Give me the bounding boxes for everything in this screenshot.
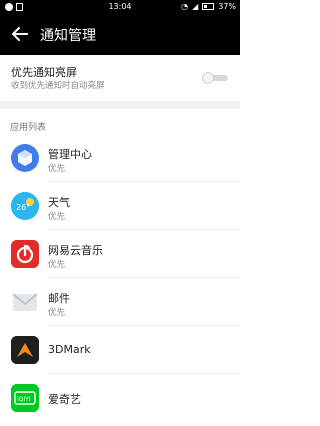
page-title: 通知管理 [40,28,96,44]
setting-subtitle: 收到优先通知时自动亮屏 [11,81,105,91]
list-item-iqiyi[interactable]: iQIYI 爱奇艺 [0,374,240,422]
list-item-weather[interactable]: 26° 天气 优先 [0,182,240,230]
app-name: 网易云音乐 [48,244,103,257]
app-priority: 优先 [48,260,66,270]
section-title: 应用列表 [10,123,47,133]
wifi-icon: ◔ [181,2,189,11]
iqiyi-icon-text: iQIYI [17,396,31,403]
list-item-3dmark[interactable]: 3DMark [0,326,240,374]
battery-percent: 37% [218,2,236,11]
weather-icon: 26° [11,192,39,220]
toolbar: 通知管理 [0,15,240,55]
app-name: 3DMark [48,343,91,356]
app-name: 管理中心 [48,148,92,161]
app-priority: 优先 [48,164,66,174]
priority-wake-toggle[interactable] [202,72,228,84]
section-separator [0,101,240,109]
app-priority: 优先 [48,308,66,318]
signal-icon: ◢ [192,2,199,11]
battery-icon [202,3,215,10]
list-item-manager[interactable]: 管理中心 优先 [0,134,240,182]
toggle-knob [202,72,214,84]
back-arrow-icon[interactable] [10,24,30,44]
app-name: 邮件 [48,292,70,305]
app-priority: 优先 [48,212,66,222]
manager-icon [11,144,39,172]
iqiyi-icon: iQIYI [11,384,39,412]
setting-title: 优先通知亮屏 [11,66,77,79]
app-name: 天气 [48,196,70,209]
weather-icon-text: 26° [16,203,30,212]
status-right-icons: ◔ ◢ 37% [181,2,236,11]
mail-icon [11,288,39,316]
list-item-netease-music[interactable]: 网易云音乐 优先 [0,230,240,278]
app-name: 爱奇艺 [48,393,81,406]
3dmark-icon [11,336,39,364]
status-bar: 13:04 ◔ ◢ 37% [0,0,240,15]
list-item-mail[interactable]: 邮件 优先 [0,278,240,326]
netease-music-icon [11,240,39,268]
